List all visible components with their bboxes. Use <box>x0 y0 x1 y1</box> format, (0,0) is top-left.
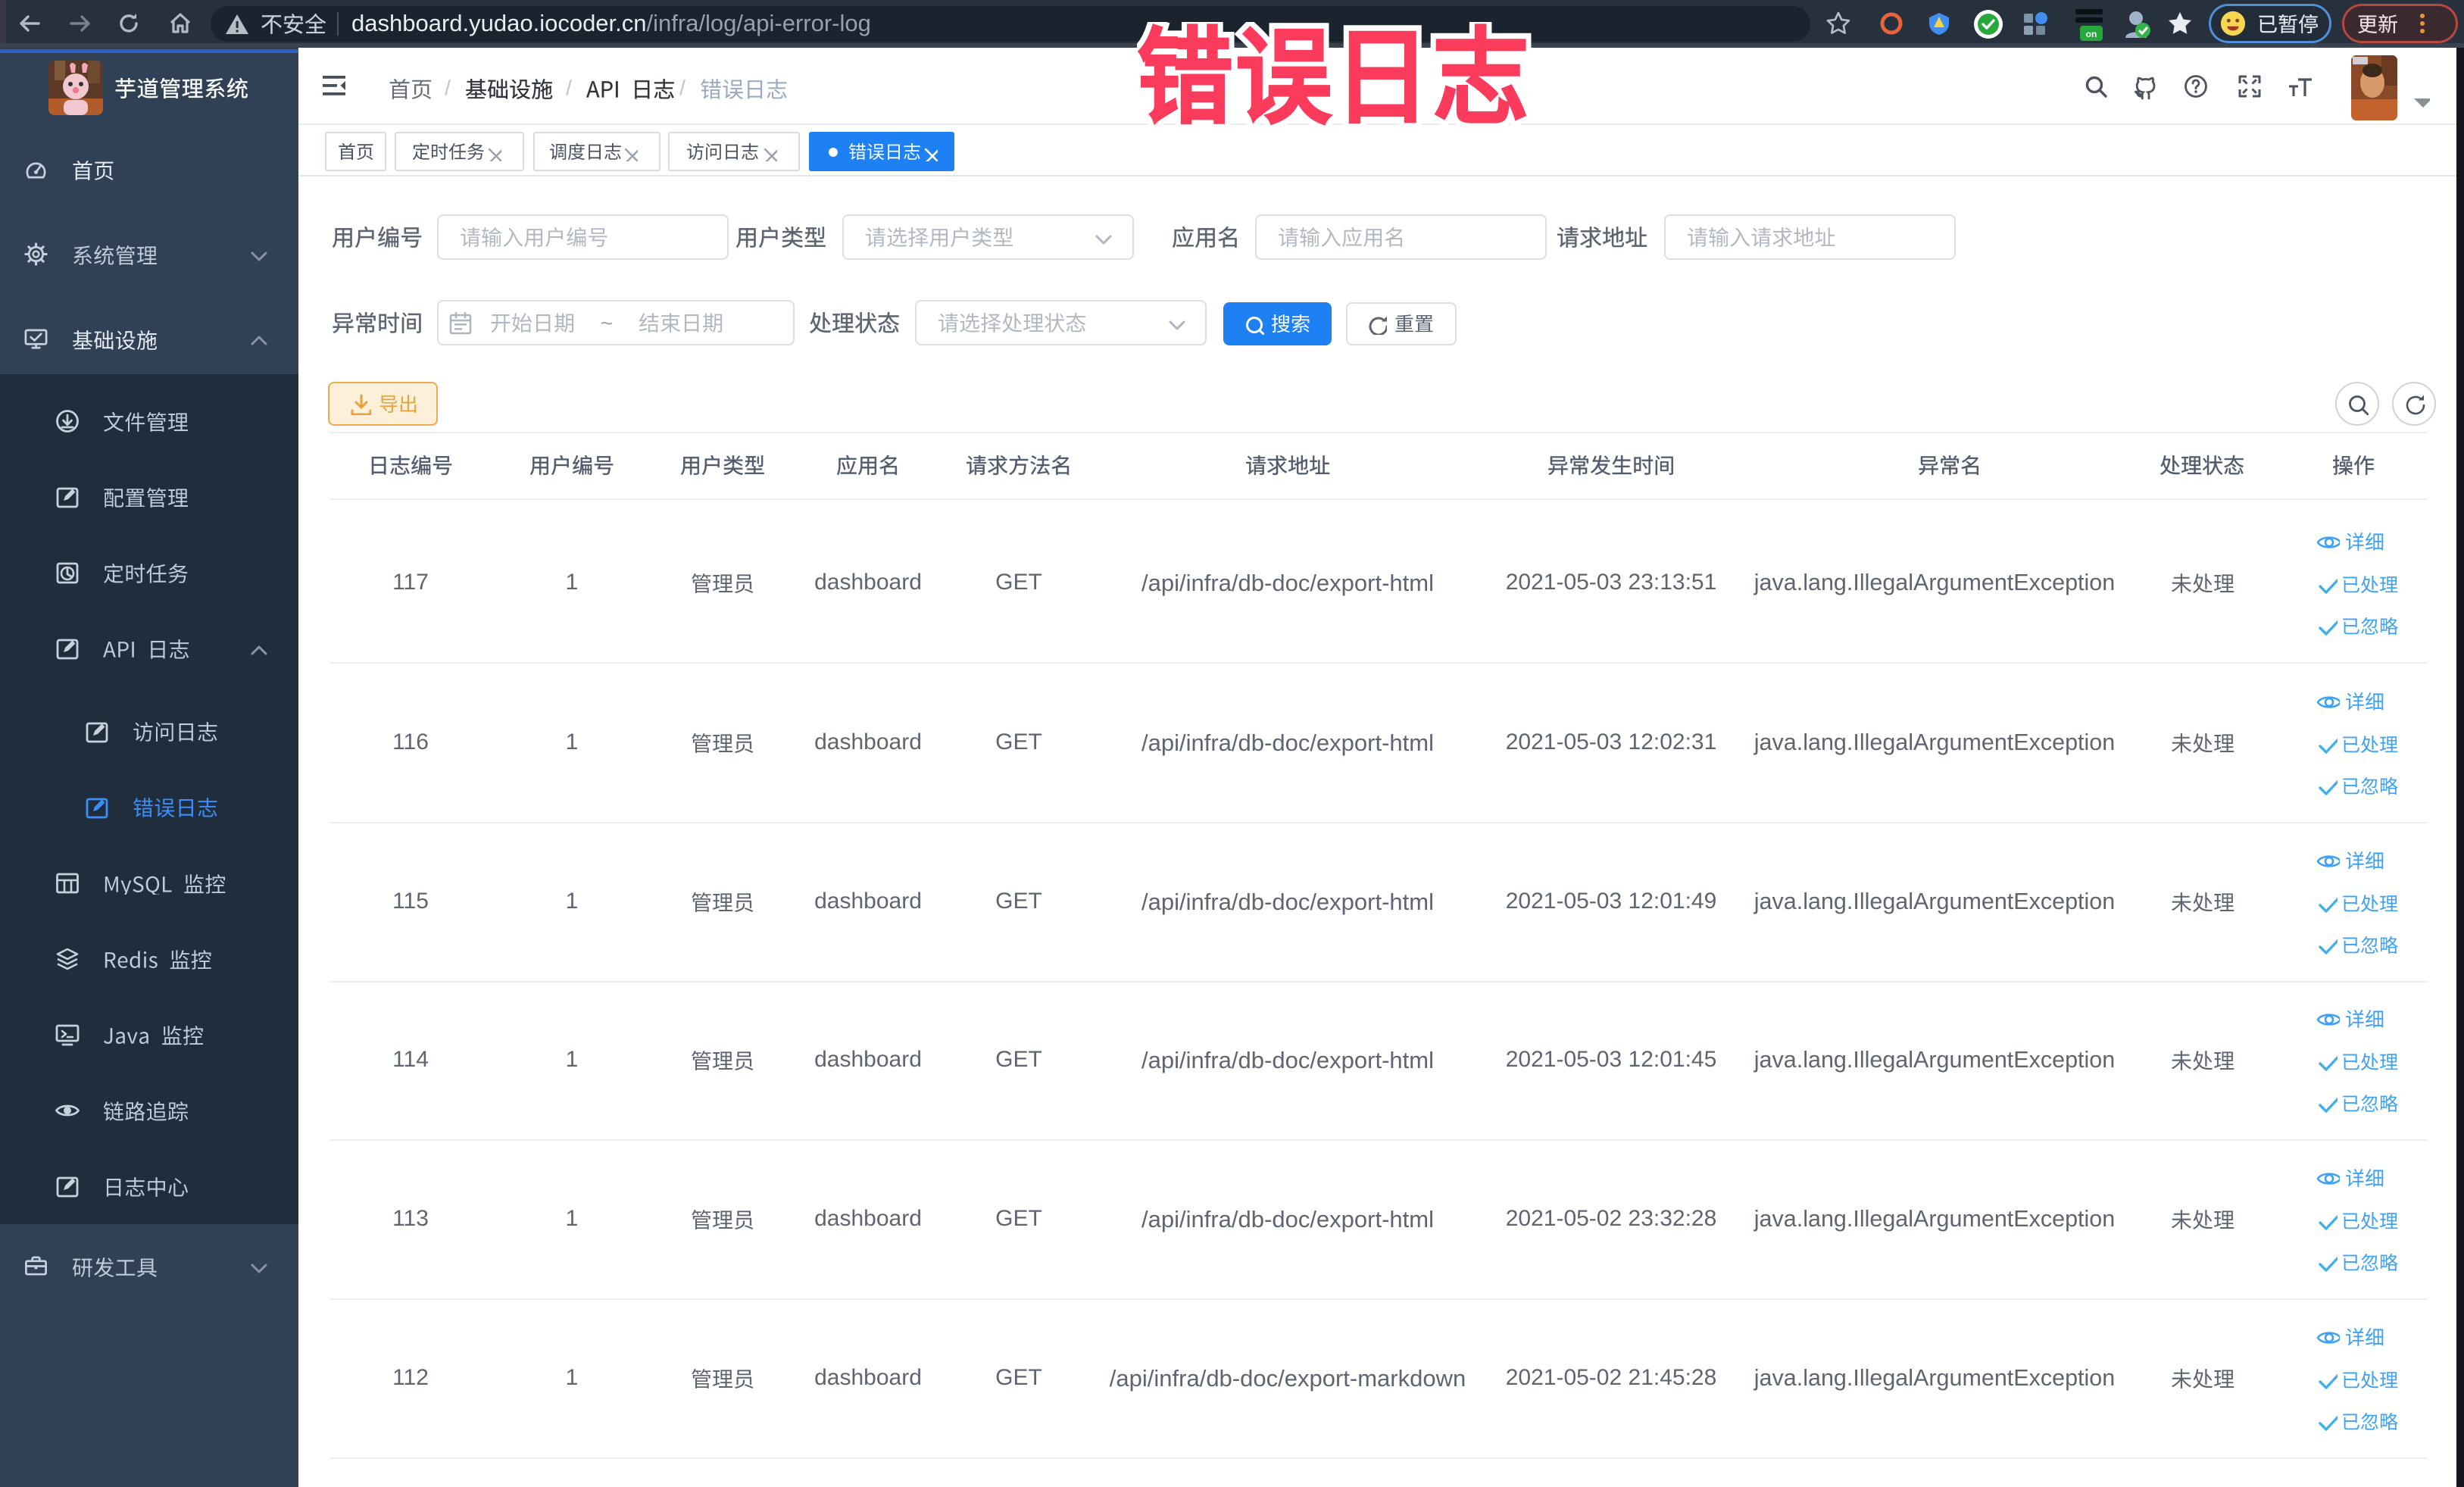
svg-text:on: on <box>2086 29 2097 39</box>
